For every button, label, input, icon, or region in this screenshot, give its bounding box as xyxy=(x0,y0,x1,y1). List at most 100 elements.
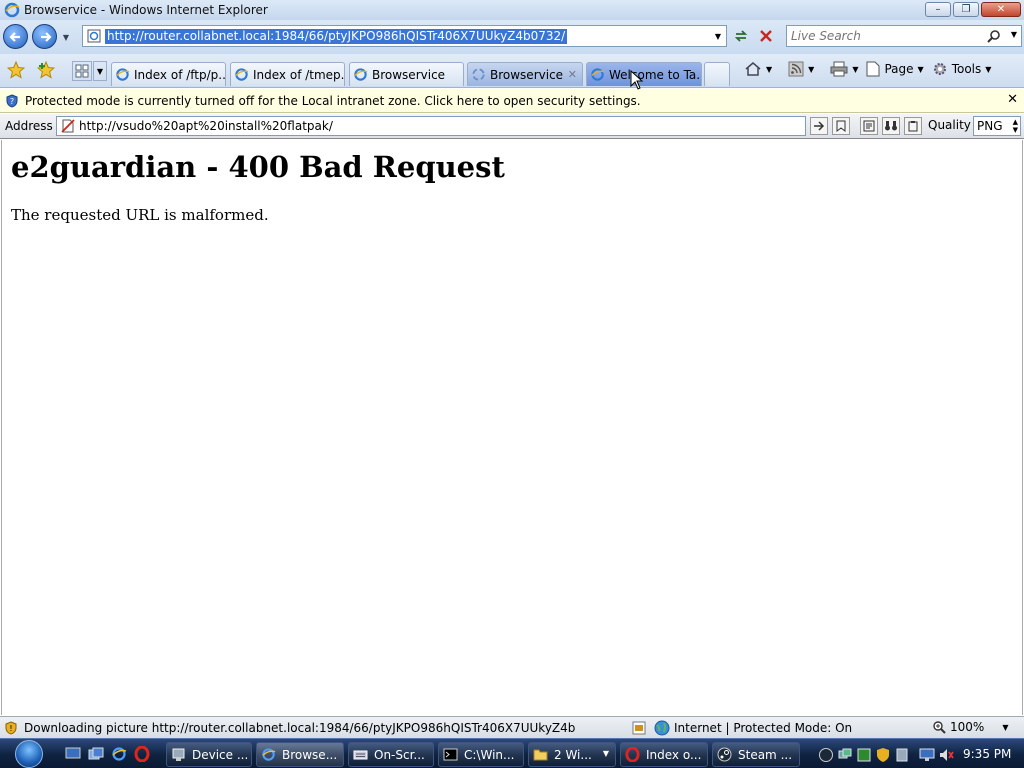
feeds-icon[interactable] xyxy=(788,61,804,77)
add-favorite-icon xyxy=(37,61,55,79)
network-tray-icon[interactable] xyxy=(837,747,853,763)
home-dropdown-icon[interactable]: ▼ xyxy=(766,65,772,74)
taskbar-item-label: C:\Win... xyxy=(464,747,515,762)
clock[interactable]: 9:35 PM xyxy=(963,747,1011,761)
steam-tray-icon[interactable] xyxy=(818,747,834,763)
taskbar-item-cmd[interactable]: C:\Win... xyxy=(438,742,524,767)
tab-browservice-1[interactable]: Browservice xyxy=(349,62,464,86)
infobar-message[interactable]: Protected mode is currently turned off f… xyxy=(25,94,641,108)
infobar-close-icon[interactable]: ✕ xyxy=(1007,92,1018,107)
back-arrow-icon xyxy=(8,31,20,42)
feeds-dropdown-icon[interactable]: ▼ xyxy=(808,65,814,74)
display-tray-icon[interactable] xyxy=(919,747,935,763)
page-icon xyxy=(87,29,101,43)
quality-stepper-icon[interactable]: ▲ ▼ xyxy=(1013,118,1018,134)
bookmark-button[interactable] xyxy=(832,117,850,135)
ie-icon xyxy=(4,2,20,18)
information-bar[interactable]: ? Protected mode is currently turned off… xyxy=(0,89,1024,113)
go-button[interactable] xyxy=(810,117,828,135)
search-icon[interactable] xyxy=(987,29,1001,43)
back-button[interactable] xyxy=(3,24,28,49)
refresh-button[interactable] xyxy=(730,25,752,47)
switch-windows-button[interactable] xyxy=(87,745,105,763)
zoom-icon xyxy=(933,721,946,734)
new-tab-button[interactable] xyxy=(704,62,730,86)
opera-icon xyxy=(625,747,640,762)
taskbar-item-device[interactable]: Device ... xyxy=(166,742,252,767)
quick-tabs-button[interactable] xyxy=(72,61,92,81)
page-menu-icon xyxy=(866,61,880,77)
title-bar: Browservice - Windows Internet Explorer … xyxy=(0,0,1024,20)
tab-index-tmep[interactable]: Index of /tmep... xyxy=(230,62,345,86)
taskbar-item-steam[interactable]: Steam ... xyxy=(712,742,800,767)
zone-text: Internet | Protected Mode: On xyxy=(674,721,853,735)
tab-browservice-active[interactable]: Browservice ✕ xyxy=(467,62,583,86)
status-bar: ! Downloading picture http://router.coll… xyxy=(0,716,1024,738)
find-page-icon xyxy=(863,120,875,132)
stop-button[interactable] xyxy=(755,25,777,47)
taskbar-item-windows-group[interactable]: 2 Wi... ▼ xyxy=(528,742,616,767)
minimize-button[interactable]: – xyxy=(925,2,951,17)
taskbar-item-opera[interactable]: Index o... xyxy=(620,742,708,767)
taskbar-item-label: Index o... xyxy=(646,747,702,762)
page-menu[interactable]: Page xyxy=(884,62,913,76)
security-tray-icon[interactable] xyxy=(875,747,891,763)
tab-label: Browservice xyxy=(490,67,564,82)
taskbar-item-label: On-Scr... xyxy=(374,747,425,762)
search-options-icon[interactable]: ▼ xyxy=(1011,30,1017,39)
show-desktop-button[interactable] xyxy=(64,745,82,763)
taskbar-item-on-screen-keyboard[interactable]: On-Scr... xyxy=(348,742,434,767)
find-button[interactable] xyxy=(860,117,878,135)
ie-page-icon xyxy=(116,68,130,81)
search-input[interactable] xyxy=(791,29,981,43)
tools-menu[interactable]: Tools xyxy=(952,62,982,76)
opera-quicklaunch-button[interactable] xyxy=(133,745,151,763)
ie-quicklaunch-button[interactable] xyxy=(110,745,128,763)
add-favorites-button[interactable] xyxy=(35,59,57,81)
taskbar-item-label: 2 Wi... xyxy=(554,747,592,762)
forward-button[interactable] xyxy=(32,24,57,49)
command-prompt-icon xyxy=(443,748,458,761)
url-text[interactable]: http://router.collabnet.local:1984/66/pt… xyxy=(105,28,568,44)
device-tray-icon[interactable] xyxy=(894,747,910,763)
tab-welcome[interactable]: Welcome to Ta... xyxy=(586,62,702,86)
recent-pages-dropdown[interactable]: ▼ xyxy=(60,26,72,48)
tab-close-icon[interactable]: ✕ xyxy=(568,68,577,81)
taskbar: Device ... Browse... On-Scr... C:\Win...… xyxy=(0,738,1024,768)
close-button[interactable]: ✕ xyxy=(981,2,1021,17)
volume-muted-icon[interactable] xyxy=(938,747,954,763)
loading-icon xyxy=(472,68,485,81)
tools-dropdown-icon[interactable]: ▼ xyxy=(985,65,991,74)
home-icon[interactable] xyxy=(744,60,762,78)
address-value[interactable]: http://vsudo%20apt%20install%20flatpak/ xyxy=(79,119,333,133)
warning-shield-icon: ! xyxy=(5,720,17,735)
taskbar-item-label: Device ... xyxy=(192,747,249,762)
status-text: Downloading picture http://router.collab… xyxy=(24,720,576,735)
binoculars-button[interactable] xyxy=(882,117,900,135)
ie-page-icon xyxy=(354,68,368,81)
url-dropdown-icon[interactable]: ▼ xyxy=(712,28,724,44)
tab-index-ftp[interactable]: Index of /ftp/p... xyxy=(111,62,226,86)
mouse-cursor-icon xyxy=(630,70,644,90)
group-dropdown-icon[interactable]: ▼ xyxy=(603,749,609,758)
url-bar[interactable]: http://router.collabnet.local:1984/66/pt… xyxy=(82,25,727,47)
ie-page-icon xyxy=(591,68,605,81)
quick-tabs-icon xyxy=(75,64,89,78)
restore-button[interactable]: ❐ xyxy=(953,2,979,17)
ie-page-icon xyxy=(235,68,249,81)
taskbar-item-browservice[interactable]: Browse... xyxy=(256,742,344,767)
quality-select[interactable]: PNG ▲ ▼ xyxy=(973,116,1021,136)
clipboard-button[interactable] xyxy=(904,117,922,135)
page-dropdown-icon[interactable]: ▼ xyxy=(918,65,924,74)
search-box[interactable]: ▼ xyxy=(786,25,1022,47)
print-dropdown-icon[interactable]: ▼ xyxy=(852,65,858,74)
tab-list-dropdown[interactable]: ▼ xyxy=(93,61,107,81)
address-input[interactable]: http://vsudo%20apt%20install%20flatpak/ xyxy=(56,116,806,136)
start-button[interactable] xyxy=(11,739,47,768)
print-icon[interactable] xyxy=(830,61,848,77)
update-tray-icon[interactable] xyxy=(856,747,872,763)
security-zone[interactable]: Internet | Protected Mode: On xyxy=(632,720,852,736)
favorites-center-button[interactable] xyxy=(5,59,27,81)
zoom-control[interactable]: 100% ▼ xyxy=(932,720,1008,734)
zoom-dropdown-icon[interactable]: ▼ xyxy=(1002,723,1008,732)
